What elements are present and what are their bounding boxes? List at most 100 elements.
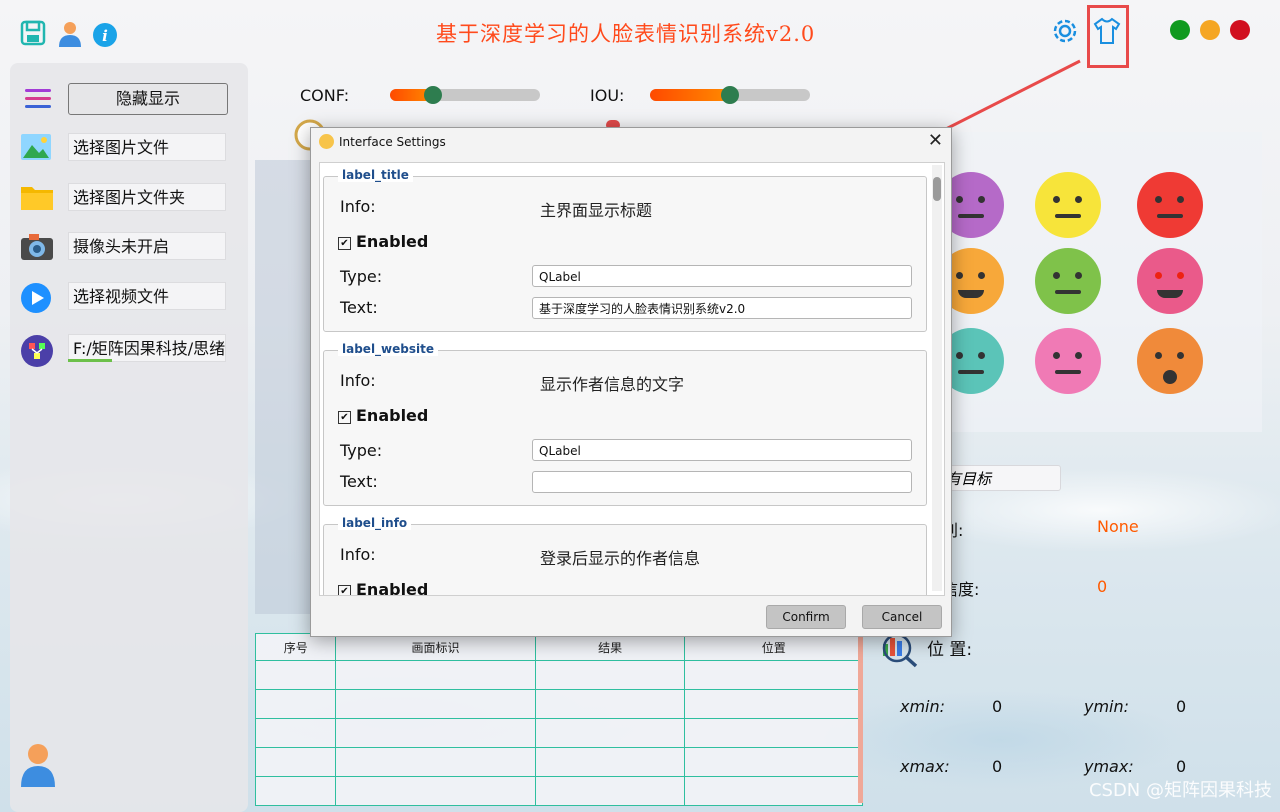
- emoji-surprise-icon: [1137, 328, 1203, 394]
- menu-icon[interactable]: [24, 86, 52, 112]
- group-title: label_title: [338, 168, 413, 182]
- type-field[interactable]: QLabel: [532, 265, 912, 287]
- checkbox-checked-icon: ✔: [338, 411, 351, 424]
- ymin-value: 0: [1176, 697, 1187, 716]
- ymax-label: ymax:: [1084, 757, 1134, 776]
- avatar-icon[interactable]: [20, 742, 56, 788]
- ymax-value: 0: [1176, 757, 1187, 776]
- image-display-panel: [255, 160, 315, 614]
- maximize-button[interactable]: [1170, 20, 1190, 40]
- sidebar-item-video-file[interactable]: 选择视频文件: [10, 282, 240, 313]
- conf-slider-handle[interactable]: [424, 86, 442, 104]
- xmax-value: 0: [992, 757, 1003, 776]
- table-row[interactable]: [254, 776, 863, 806]
- enabled-checkbox[interactable]: ✔ Enabled: [338, 406, 428, 425]
- dialog-app-icon: [319, 134, 334, 149]
- iou-label: IOU:: [590, 86, 625, 105]
- type-label: Type:: [340, 441, 383, 460]
- column-header-frame[interactable]: 画面标识: [335, 633, 536, 661]
- type-field[interactable]: QLabel: [532, 439, 912, 461]
- highlight-box: [1087, 5, 1129, 68]
- table-row[interactable]: [254, 660, 863, 690]
- scrollbar-thumb[interactable]: [933, 177, 941, 201]
- enabled-label: Enabled: [356, 232, 429, 251]
- text-label: Text:: [340, 472, 378, 491]
- dialog-close-icon[interactable]: ✕: [928, 130, 943, 151]
- emoji-tongue-icon: [1035, 328, 1101, 394]
- enabled-checkbox[interactable]: ✔ Enabled: [338, 580, 429, 596]
- dialog-title: Interface Settings: [339, 135, 446, 149]
- target-select[interactable]: 有目标: [935, 465, 1061, 491]
- sidebar-item-label: 选择视频文件: [68, 282, 226, 310]
- iou-slider-handle[interactable]: [721, 86, 739, 104]
- info-value: 登录后显示的作者信息: [540, 549, 701, 568]
- minimize-button[interactable]: [1200, 20, 1220, 40]
- table-row[interactable]: [254, 747, 863, 777]
- group-title: label_website: [338, 342, 438, 356]
- interface-settings-dialog: Interface Settings ✕ label_title Info: 主…: [310, 127, 952, 637]
- emoji-neutral-icon: [1035, 172, 1101, 238]
- table-scrollbar[interactable]: [858, 633, 863, 803]
- type-label: Type:: [340, 267, 383, 286]
- table-row[interactable]: [254, 689, 863, 719]
- sidebar-item-label: 选择图片文件: [68, 133, 226, 161]
- app-title: 基于深度学习的人脸表情识别系统v2.0: [436, 22, 816, 46]
- iou-slider[interactable]: [650, 86, 810, 104]
- results-table[interactable]: 序号 画面标识 结果 位置: [254, 633, 863, 806]
- conf-slider[interactable]: [390, 86, 540, 104]
- enabled-label: Enabled: [356, 406, 429, 425]
- sidebar-item-model-path[interactable]: F:/矩阵因果科技/思绪: [10, 334, 240, 367]
- xmax-label: xmax:: [900, 757, 950, 776]
- emotion-preview-panel: [935, 132, 1262, 432]
- column-header-position[interactable]: 位置: [684, 633, 863, 661]
- group-title: label_info: [338, 516, 412, 530]
- user-icon[interactable]: [57, 20, 83, 48]
- settings-group-label-info: label_info Info: 登录后显示的作者信息 ✔ Enabled: [323, 516, 927, 596]
- column-header-result[interactable]: 结果: [534, 633, 686, 661]
- svg-text:i: i: [102, 27, 108, 45]
- image-icon: [20, 133, 52, 161]
- iou-slider-fill: [650, 89, 730, 101]
- xmin-value: 0: [992, 697, 1003, 716]
- checkbox-checked-icon: ✔: [338, 237, 351, 250]
- settings-scroll-area[interactable]: label_title Info: 主界面显示标题 ✔ Enabled Type:…: [319, 162, 945, 596]
- save-icon[interactable]: [20, 20, 46, 46]
- sidebar-item-image-file[interactable]: 选择图片文件: [10, 133, 240, 163]
- sidebar-item-image-folder[interactable]: 选择图片文件夹: [10, 183, 240, 213]
- sidebar-item-label: F:/矩阵因果科技/思绪: [68, 334, 226, 362]
- column-header-index[interactable]: 序号: [254, 633, 337, 661]
- enabled-checkbox[interactable]: ✔ Enabled: [338, 232, 428, 251]
- category-value: None: [1097, 517, 1139, 536]
- ymin-label: ymin:: [1084, 697, 1130, 716]
- text-field[interactable]: 基于深度学习的人脸表情识别系统v2.0: [532, 297, 912, 319]
- info-label: Info:: [340, 545, 376, 564]
- text-field[interactable]: [532, 471, 912, 493]
- table-row[interactable]: [254, 718, 863, 748]
- sidebar: [10, 63, 248, 812]
- xmin-label: xmin:: [900, 697, 946, 716]
- settings-gear-icon[interactable]: [1050, 16, 1080, 46]
- info-value: 显示作者信息的文字: [540, 375, 685, 394]
- model-progress-bar: [68, 359, 112, 362]
- confirm-button[interactable]: Confirm: [766, 605, 846, 629]
- checkbox-checked-icon: ✔: [338, 585, 351, 595]
- emoji-angry-icon: [1137, 172, 1203, 238]
- toggle-sidebar-button[interactable]: 隐藏显示: [68, 83, 228, 115]
- emoji-sad-icon: [1035, 248, 1101, 314]
- info-label: Info:: [340, 197, 376, 216]
- confidence-value: 0: [1097, 577, 1108, 596]
- info-icon[interactable]: i: [92, 22, 118, 48]
- text-label: Text:: [340, 298, 378, 317]
- settings-group-label-title: label_title Info: 主界面显示标题 ✔ Enabled Type:…: [323, 168, 927, 332]
- enabled-label: Enabled: [356, 580, 429, 596]
- close-button[interactable]: [1230, 20, 1250, 40]
- position-label: 位 置:: [927, 640, 973, 660]
- watermark: CSDN @矩阵因果科技: [1088, 780, 1272, 801]
- info-label: Info:: [340, 371, 376, 390]
- settings-scrollbar[interactable]: [932, 165, 942, 591]
- cancel-button[interactable]: Cancel: [862, 605, 942, 629]
- sidebar-item-label: 选择图片文件夹: [68, 183, 226, 211]
- target-select-value: 有目标: [946, 470, 992, 488]
- sidebar-item-label: 摄像头未开启: [68, 232, 226, 260]
- sidebar-item-camera[interactable]: 摄像头未开启: [10, 232, 240, 262]
